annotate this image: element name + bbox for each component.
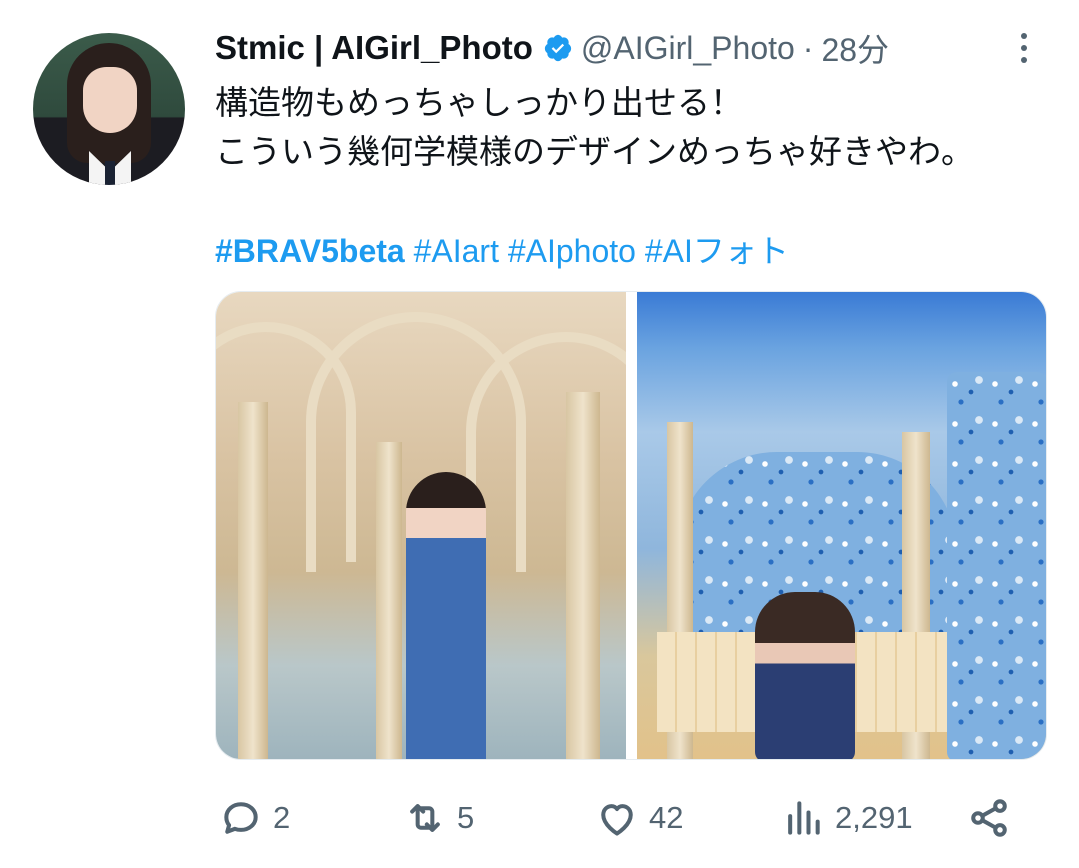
share-button[interactable]	[967, 790, 1011, 846]
avatar-face	[83, 67, 137, 133]
tweet-text-line: 構造物もめっちゃしっかり出せる！	[215, 83, 743, 122]
retweet-count: 5	[457, 800, 475, 835]
hashtags: #BRAV5beta #AIart #AIphoto #AIフォト	[215, 226, 789, 272]
hashtag-link[interactable]: #AIphoto	[508, 233, 636, 269]
avatar[interactable]	[33, 33, 185, 185]
photo-arcade-icon[interactable]	[216, 292, 626, 759]
hashtag-link[interactable]: #AIart	[414, 233, 499, 269]
reply-count: 2	[273, 800, 291, 835]
hashtag-link[interactable]: #AIフォト	[645, 233, 789, 269]
separator-dot: ·	[802, 29, 814, 66]
tweet-text: 構造物もめっちゃしっかり出せる！ こういう幾何学模様のデザインめっちゃ好きやわ。	[215, 78, 1035, 176]
timestamp[interactable]: 28分	[821, 25, 889, 71]
retweet-button[interactable]: 5	[403, 790, 474, 846]
reply-button[interactable]: 2	[219, 790, 290, 846]
like-button[interactable]: 42	[595, 790, 683, 846]
avatar-tie	[105, 161, 115, 185]
author-name[interactable]: Stmic | AIGirl_Photo	[215, 29, 533, 67]
more-options-icon[interactable]	[1009, 28, 1039, 68]
share-icon	[971, 799, 1007, 837]
verified-badge-icon	[544, 34, 572, 62]
views-button[interactable]: 2,291	[781, 790, 913, 846]
hashtag-link[interactable]: #BRAV5beta	[215, 233, 405, 269]
heart-icon	[601, 804, 633, 836]
author-handle[interactable]: @AIGirl_Photo	[581, 30, 795, 67]
reply-icon	[224, 802, 258, 834]
media-grid	[215, 291, 1047, 760]
views-count: 2,291	[835, 800, 913, 835]
views-chart-icon	[788, 801, 820, 835]
action-bar: 2 5 42 2,291	[215, 790, 1025, 846]
photo-mosaic-icon[interactable]	[636, 292, 1046, 759]
tweet-text-line: こういう幾何学模様のデザインめっちゃ好きやわ。	[215, 132, 974, 171]
tweet-header: Stmic | AIGirl_Photo @AIGirl_Photo · 28分	[215, 26, 1039, 70]
retweet-icon	[410, 804, 440, 832]
like-count: 42	[649, 800, 684, 835]
